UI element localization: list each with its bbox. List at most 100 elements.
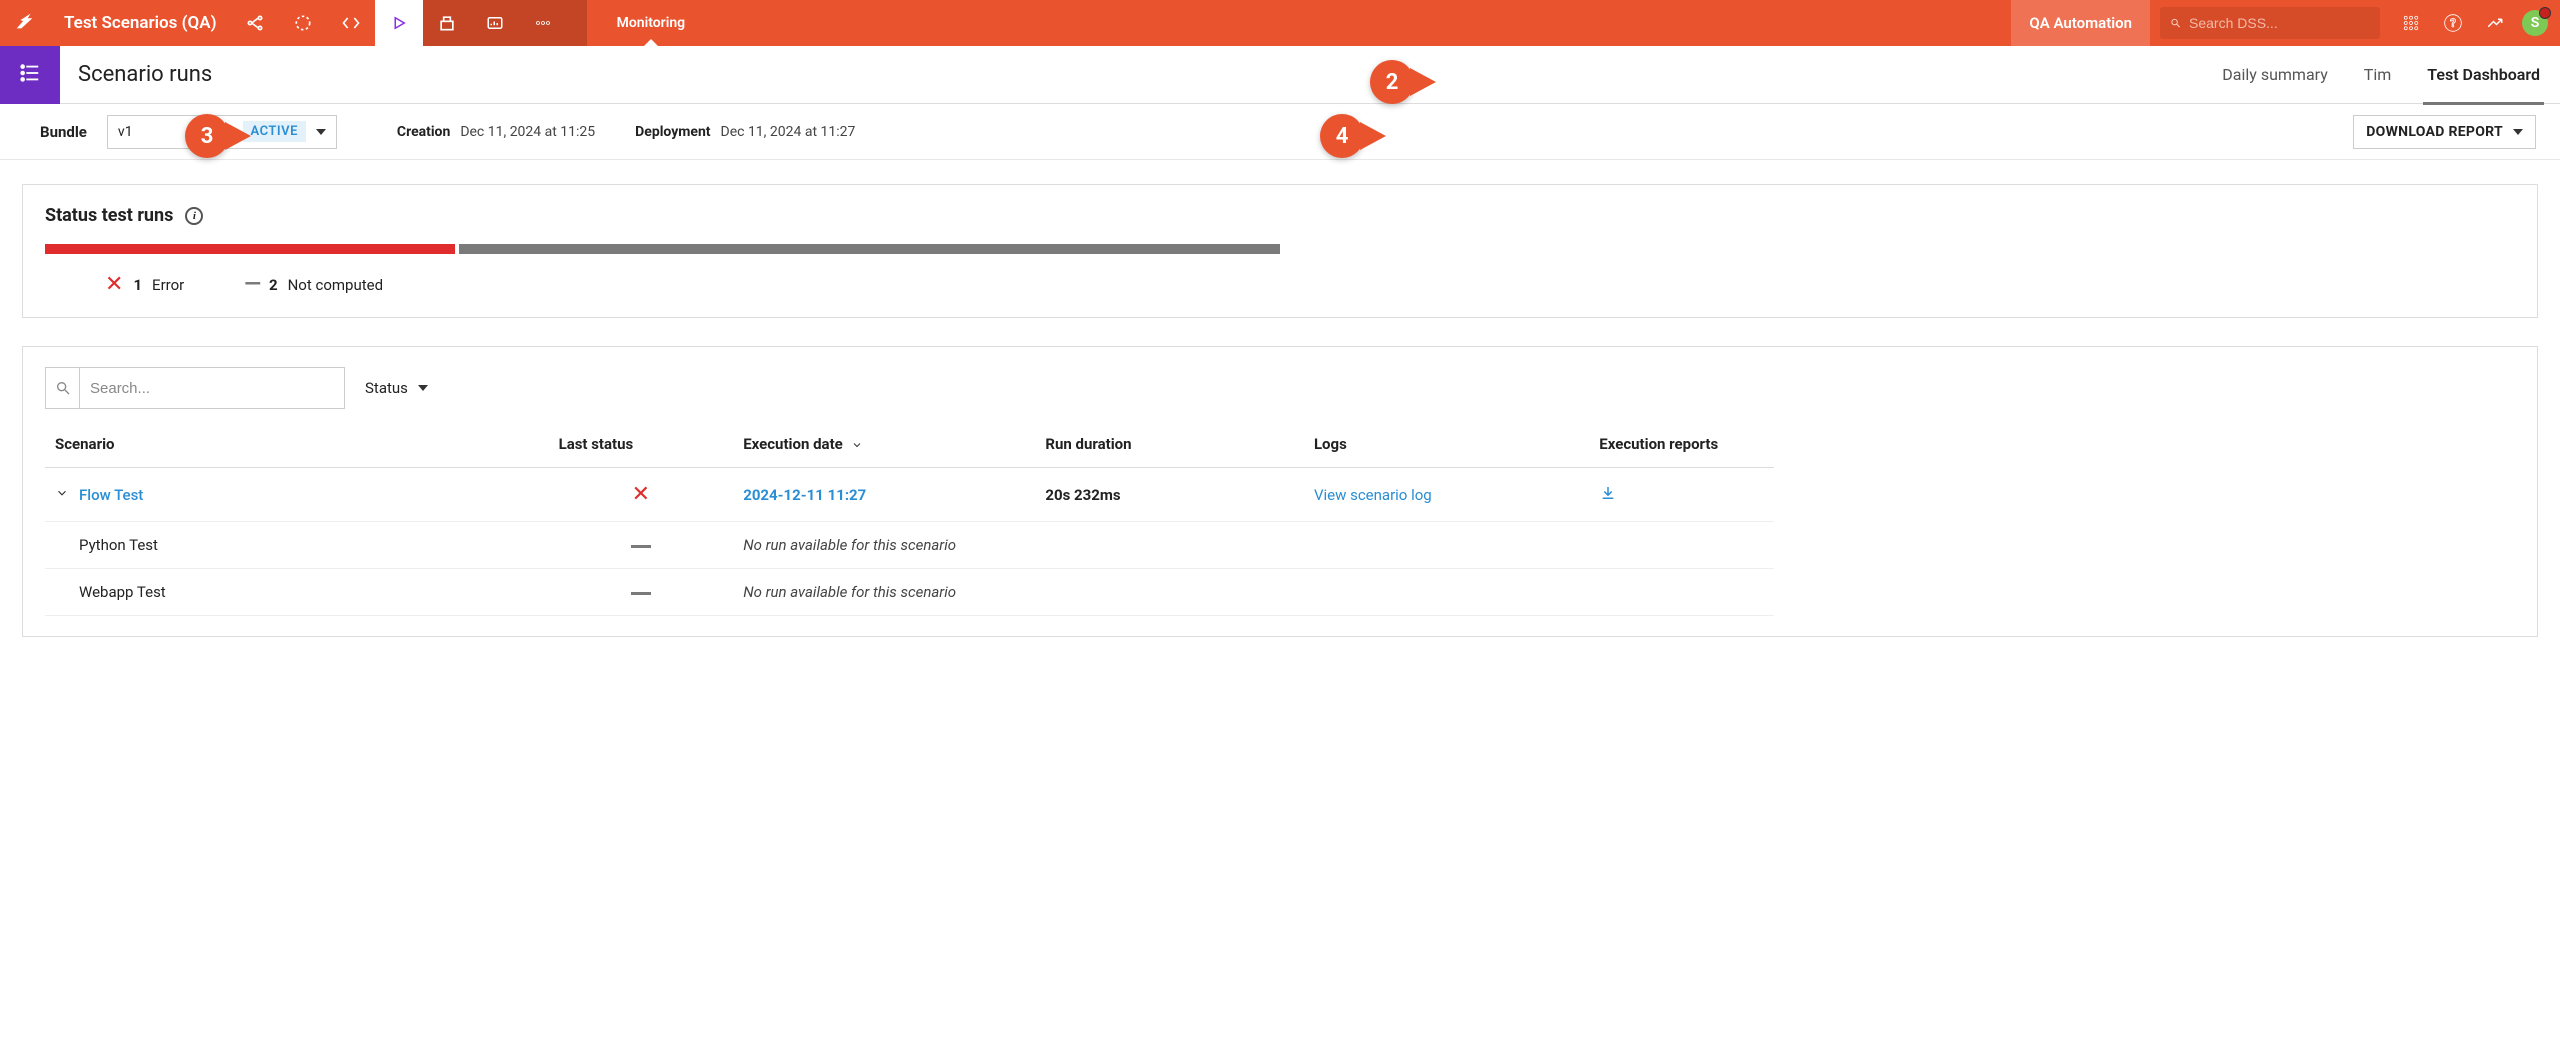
col-execution-date[interactable]: Execution date (733, 421, 1035, 468)
scenario-search[interactable] (45, 367, 345, 409)
scenario-search-input[interactable] (80, 380, 344, 397)
download-icon[interactable] (1599, 488, 1617, 506)
qa-automation-badge[interactable]: QA Automation (2011, 0, 2150, 46)
error-label: Error (152, 276, 184, 294)
tab-daily-summary[interactable]: Daily summary (2222, 46, 2328, 104)
tab-test-dashboard[interactable]: Test Dashboard (2427, 46, 2540, 104)
search-icon (2170, 15, 2181, 31)
page-root: Test Scenarios (QA) (0, 0, 2560, 677)
callout-3-num: 3 (201, 124, 214, 149)
deployment-label: Deployment (635, 124, 710, 140)
table-panel: Status Scenario Last status Execution da… (22, 346, 2538, 637)
status-error-icon: ✕ (630, 482, 652, 507)
scenario-name[interactable]: Flow Test (79, 486, 143, 504)
legend-notcomputed: — 2 Not computed (244, 272, 383, 297)
apps-icon[interactable] (2390, 0, 2432, 46)
search-icon (46, 368, 80, 408)
callout-2: 2 (1370, 60, 1414, 104)
bundle-row: Bundle v1 ACTIVE Creation Dec 11, 2024 a… (0, 104, 2560, 160)
caret-down-icon (316, 129, 326, 135)
topbar-left: Test Scenarios (QA) (0, 0, 715, 46)
content: Status test runs i ✕ 1 Error — 2 Not com… (0, 160, 2560, 677)
code-icon[interactable] (327, 0, 375, 46)
topbar-right-icons: ? S (2390, 0, 2560, 46)
dash-icon: — (244, 272, 259, 297)
subtabs: Daily summary Tim Test Dashboard (2222, 46, 2560, 104)
col-execution-reports[interactable]: Execution reports (1589, 421, 1774, 468)
creation-meta: Creation Dec 11, 2024 at 11:25 (397, 124, 595, 140)
x-icon: ✕ (105, 274, 123, 296)
filter-row: Status (45, 367, 2515, 409)
download-report-label: DOWNLOAD REPORT (2366, 124, 2503, 140)
creation-value: Dec 11, 2024 at 11:25 (460, 124, 595, 140)
monitoring-tab[interactable]: Monitoring (587, 0, 716, 46)
nc-count: 2 (269, 276, 278, 294)
avatar-initial: S (2531, 15, 2540, 31)
flow-icon[interactable] (231, 0, 279, 46)
bird-icon (14, 10, 36, 36)
view-log-link[interactable]: View scenario log (1304, 468, 1589, 522)
col-run-duration[interactable]: Run duration (1035, 421, 1304, 468)
table-row: Python Test No run available for this sce… (45, 522, 1774, 569)
app-logo[interactable] (0, 0, 50, 46)
page-title: Scenario runs (60, 62, 2222, 87)
legend-error: ✕ 1 Error (105, 272, 184, 297)
col-execution-date-label: Execution date (743, 435, 843, 453)
status-filter-label: Status (365, 379, 408, 397)
status-notcomputed-icon (631, 592, 651, 595)
circle-icon[interactable] (279, 0, 327, 46)
expand-toggle[interactable] (55, 486, 69, 504)
callout-tail-icon (1410, 68, 1436, 96)
sidebar-toggle[interactable] (0, 46, 60, 104)
bundle-label: Bundle (40, 123, 87, 141)
callout-tail-icon (1360, 122, 1386, 150)
callout-4: 4 (1320, 114, 1364, 158)
col-scenario[interactable]: Scenario (45, 421, 549, 468)
bundle-select-right: ACTIVE (243, 121, 326, 142)
tab-timeline[interactable]: Tim (2364, 46, 2391, 104)
play-icon[interactable] (375, 0, 423, 46)
more-icon[interactable] (519, 0, 567, 46)
topbar-dark-segment (423, 0, 587, 46)
deploy-icon[interactable] (423, 0, 471, 46)
status-bar-error-segment (45, 244, 455, 254)
help-icon[interactable]: ? (2432, 0, 2474, 46)
trend-icon[interactable] (2474, 0, 2516, 46)
run-duration: 20s 232ms (1035, 468, 1304, 522)
error-count: 1 (133, 276, 142, 294)
subheader: Scenario runs Daily summary Tim Test Das… (0, 46, 2560, 104)
col-logs[interactable]: Logs (1304, 421, 1589, 468)
active-badge: ACTIVE (243, 121, 306, 142)
no-run-message: No run available for this scenario (733, 569, 1774, 616)
callout-4-num: 4 (1336, 124, 1349, 149)
download-report-button[interactable]: DOWNLOAD REPORT (2353, 115, 2536, 149)
scenario-table: Scenario Last status Execution date Run … (45, 421, 1774, 616)
callout-2-num: 2 (1386, 70, 1399, 95)
caret-down-icon (418, 385, 428, 391)
caret-down-icon (2513, 129, 2523, 135)
status-panel-title: Status test runs (45, 205, 173, 226)
status-panel: Status test runs i ✕ 1 Error — 2 Not com… (22, 184, 2538, 318)
table-row: Flow Test ✕ 2024-12-11 11:2720s 232msView … (45, 468, 1774, 522)
status-notcomputed-icon (631, 545, 651, 548)
global-search[interactable] (2160, 7, 2380, 39)
status-filter[interactable]: Status (365, 367, 428, 409)
dashboard-icon[interactable] (471, 0, 519, 46)
svg-text:?: ? (2450, 16, 2456, 30)
hamburger-icon (17, 62, 43, 88)
deployment-value: Dec 11, 2024 at 11:27 (721, 124, 856, 140)
callout-tail-icon (225, 122, 251, 150)
user-avatar[interactable]: S (2522, 10, 2548, 36)
nc-label: Not computed (288, 276, 383, 294)
chevron-down-icon (851, 439, 863, 451)
scenario-name: Python Test (79, 536, 158, 554)
notification-dot-icon (2539, 7, 2551, 19)
global-search-input[interactable] (2189, 15, 2370, 31)
no-run-message: No run available for this scenario (733, 522, 1774, 569)
project-title[interactable]: Test Scenarios (QA) (50, 13, 231, 33)
info-icon[interactable]: i (185, 207, 203, 225)
scenario-name: Webapp Test (79, 583, 166, 601)
status-legend: ✕ 1 Error — 2 Not computed (45, 272, 2515, 297)
execution-date[interactable]: 2024-12-11 11:27 (733, 468, 1035, 522)
col-last-status[interactable]: Last status (549, 421, 734, 468)
